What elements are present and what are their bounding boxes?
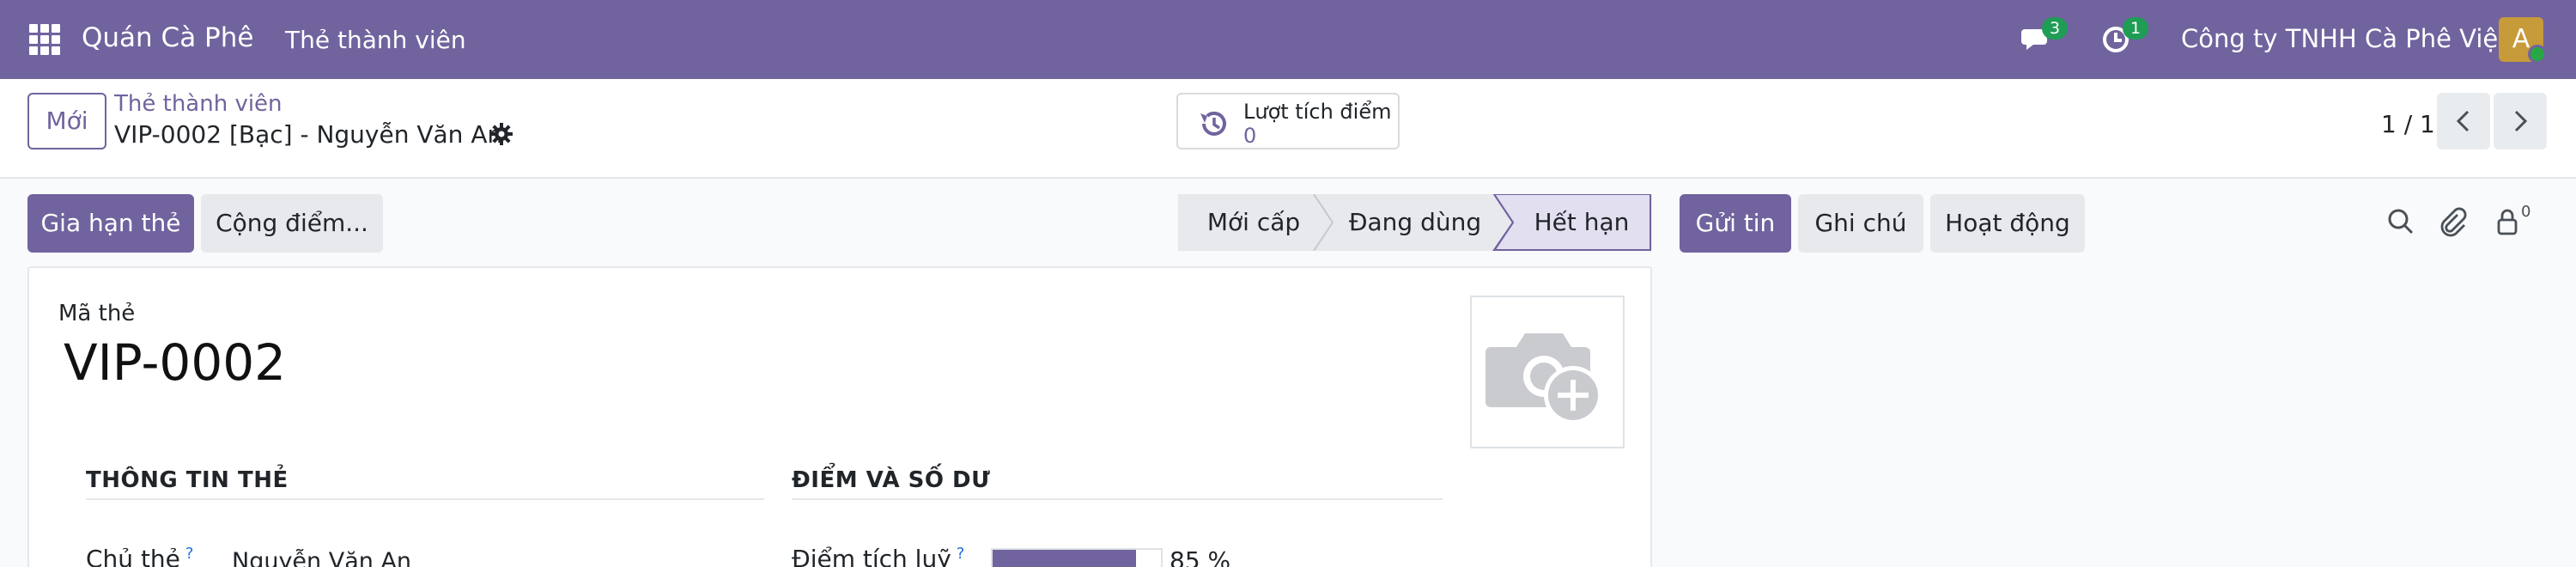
points-help-icon[interactable]: ? [957, 545, 965, 563]
smart-button-label: Lượt tích điểm [1243, 100, 1392, 124]
card-image-upload[interactable] [1470, 296, 1625, 448]
points-progress-bar [991, 548, 1163, 567]
breadcrumb-current: VIP-0002 [Bạc] - Nguyễn Văn An [114, 120, 503, 149]
section-divider [792, 498, 1443, 500]
activities-count-badge: 1 [2123, 17, 2148, 40]
form-sheet: Mã thẻ VIP-0002 THÔNG TIN THẺ ĐIỂM VÀ SỐ… [27, 266, 1652, 567]
activities-clock-icon[interactable]: 1 [2100, 17, 2148, 58]
smart-button-point-history[interactable]: Lượt tích điểm 0 [1176, 93, 1400, 149]
log-note-button[interactable]: Ghi chú [1798, 194, 1923, 253]
card-code-field[interactable]: VIP-0002 [64, 333, 286, 392]
nav-menu-membership-cards[interactable]: Thẻ thành viên [285, 26, 466, 54]
section-divider [86, 498, 764, 500]
apps-menu-icon[interactable] [29, 24, 60, 55]
pager-next-button[interactable] [2494, 93, 2547, 149]
company-switcher[interactable]: Công ty TNHH Cà Phê Việt [2181, 24, 2508, 53]
followers-count: 0 [2521, 203, 2531, 221]
pager-previous-button[interactable] [2437, 93, 2490, 149]
points-label-text: Điểm tích luỹ [792, 545, 951, 567]
smart-button-value: 0 [1243, 124, 1257, 148]
add-points-button[interactable]: Cộng điểm... [201, 194, 383, 253]
breadcrumb-parent-link[interactable]: Thẻ thành viên [114, 91, 283, 117]
section-title-card-info: THÔNG TIN THẺ [86, 467, 289, 493]
card-code-label: Mã thẻ [58, 301, 136, 326]
messages-icon[interactable]: 3 [2020, 17, 2068, 58]
chevron-right-icon [2514, 110, 2528, 132]
points-progress-fill [993, 550, 1136, 567]
activities-button[interactable]: Hoạt động [1930, 194, 2085, 253]
new-record-button[interactable]: Mới [27, 93, 106, 149]
control-panel: Mới Thẻ thành viên VIP-0002 [Bạc] - Nguy… [0, 79, 2576, 179]
status-stage-new[interactable]: Mới cấp [1178, 194, 1329, 251]
app-brand[interactable]: Quán Cà Phê [82, 22, 253, 53]
renew-card-button[interactable]: Gia hạn thẻ [27, 194, 194, 253]
history-icon [1197, 107, 1231, 141]
camera-add-icon [1485, 333, 1602, 424]
gear-icon[interactable] [489, 122, 515, 148]
status-stage-expired[interactable]: Hết hạn [1513, 194, 1650, 251]
chevron-left-icon [2456, 110, 2470, 132]
user-status-dot [2528, 45, 2547, 64]
search-icon[interactable] [2385, 206, 2416, 237]
paperclip-icon[interactable] [2437, 206, 2468, 237]
section-title-points: ĐIỂM VÀ SỐ DƯ [792, 467, 991, 493]
points-progress-value: 85 % [1170, 546, 1231, 567]
pager-value[interactable]: 1 / 1 [2381, 110, 2435, 138]
points-label: Điểm tích luỹ? [792, 545, 964, 567]
holder-label: Chủ thẻ? [86, 545, 193, 567]
holder-label-text: Chủ thẻ [86, 545, 180, 567]
send-message-button[interactable]: Gửi tin [1680, 194, 1791, 253]
holder-help-icon[interactable]: ? [185, 545, 194, 563]
holder-field[interactable]: Nguyễn Văn An [232, 548, 411, 567]
top-navbar: Quán Cà Phê Thẻ thành viên 3 1 Công ty T… [0, 0, 2576, 79]
status-stage-in-use[interactable]: Đang dùng [1333, 194, 1498, 251]
messages-count-badge: 3 [2042, 17, 2068, 40]
followers-lock-icon[interactable]: 0 [2494, 203, 2533, 237]
